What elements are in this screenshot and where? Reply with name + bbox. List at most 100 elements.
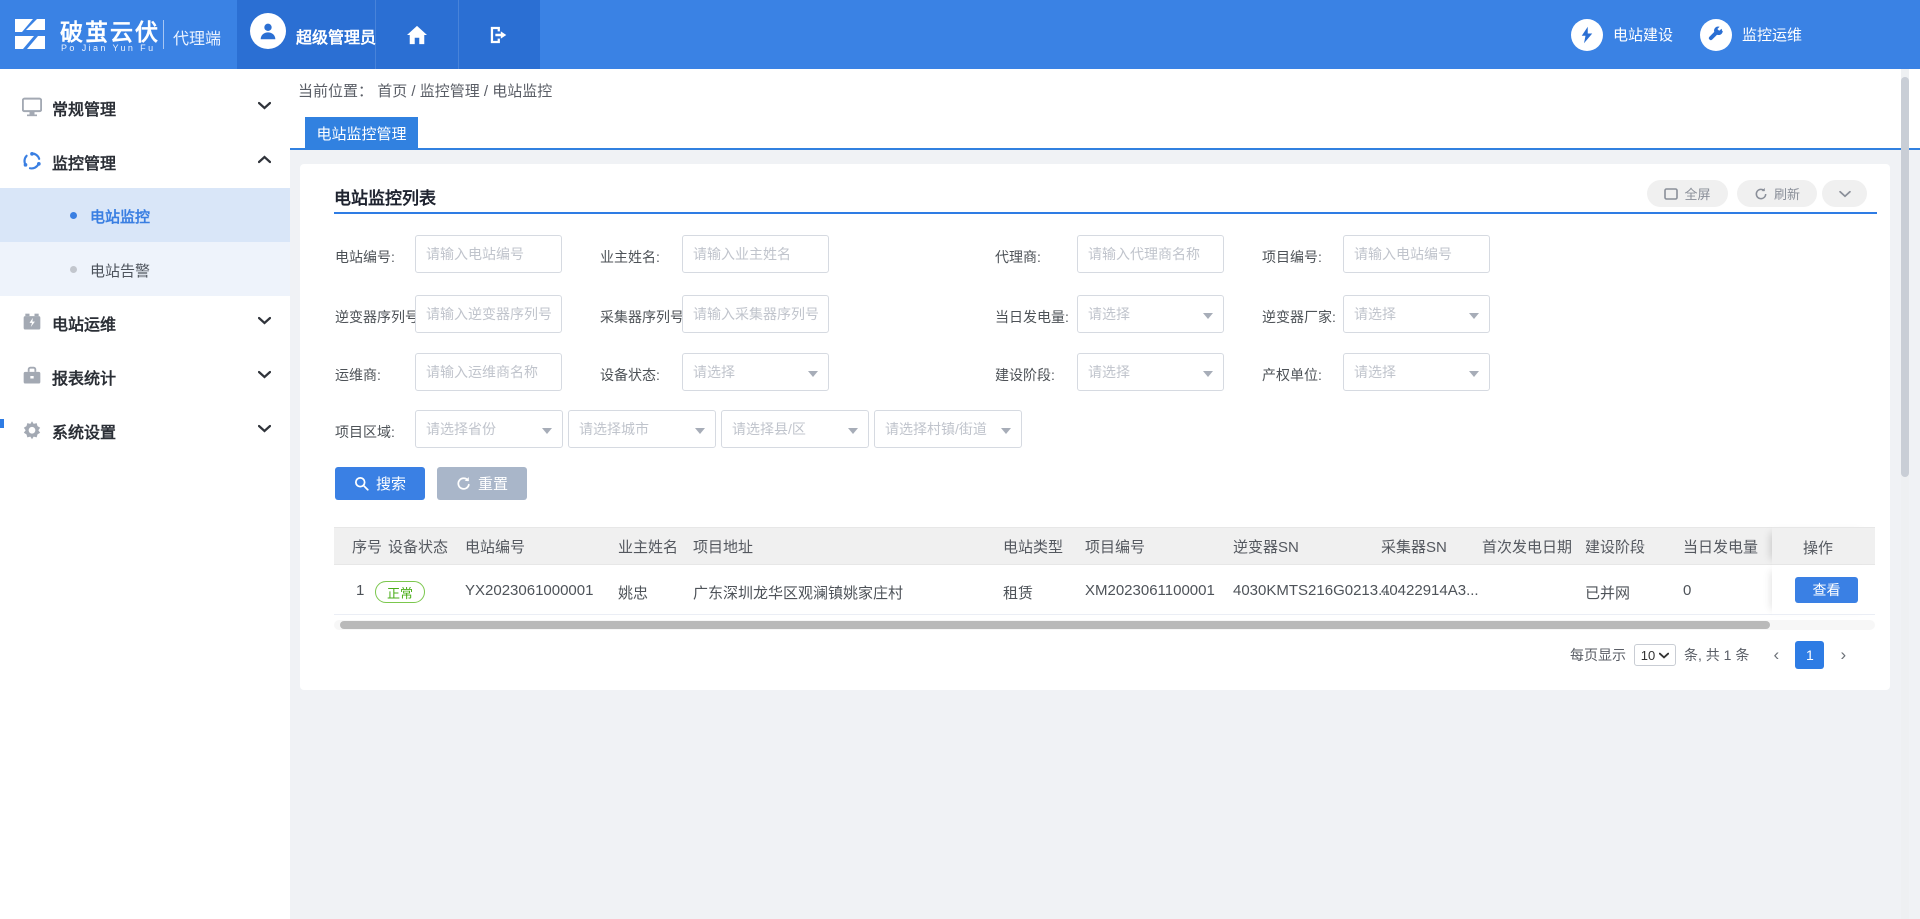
- user-avatar[interactable]: [250, 13, 286, 49]
- inverter-vendor-select[interactable]: 请选择: [1343, 295, 1490, 333]
- gear-icon: [22, 420, 42, 440]
- network-icon: [22, 151, 42, 171]
- fullscreen-button[interactable]: 全屏: [1647, 180, 1728, 207]
- chevron-up-icon: [258, 155, 271, 164]
- bullet-dot-icon: [70, 266, 77, 273]
- daily-energy-select[interactable]: 请选择: [1077, 295, 1224, 333]
- user-icon: [257, 20, 279, 42]
- maintainer-input[interactable]: [415, 353, 562, 391]
- device-status-select[interactable]: 请选择: [682, 353, 829, 391]
- field-label: 设备状态:: [600, 365, 660, 385]
- select-arrow-icon: [1469, 313, 1479, 319]
- header-nav-station-build[interactable]: 电站建设: [1571, 0, 1673, 69]
- field-label: 产权单位:: [1262, 365, 1322, 385]
- field-label: 项目区域:: [335, 422, 395, 442]
- total-count-label: 条, 共 1 条: [1684, 645, 1749, 665]
- reset-button[interactable]: 重置: [437, 467, 527, 500]
- pagination: 每页显示 10 条, 共 1 条 ‹ 1 ›: [1570, 641, 1856, 669]
- field-label: 业主姓名:: [600, 247, 660, 267]
- owner-name-input[interactable]: [682, 235, 829, 273]
- select-arrow-icon: [542, 428, 552, 434]
- col-inverter-sn: 逆变器SN: [1233, 536, 1299, 557]
- per-page-select[interactable]: 10: [1634, 644, 1676, 666]
- page-vscrollbar-thumb[interactable]: [1901, 77, 1909, 477]
- property-unit-select[interactable]: 请选择: [1343, 353, 1490, 391]
- brand-logo-icon: [13, 17, 47, 51]
- top-header: 破茧云伏 Po Jian Yun Fu 代理端 超级管理员: [0, 0, 1920, 69]
- brand-subtitle: Po Jian Yun Fu: [61, 43, 155, 53]
- refresh-icon: [1754, 187, 1768, 201]
- sidebar-item-settings[interactable]: 系统设置: [0, 403, 290, 457]
- region-province-select[interactable]: 请选择省份: [415, 410, 563, 448]
- inverter-sn-input[interactable]: [415, 295, 562, 333]
- sidebar-scroll-indicator: [0, 419, 4, 428]
- station-no-input[interactable]: [415, 235, 562, 273]
- col-station-type: 电站类型: [1003, 536, 1063, 557]
- cell-owner: 姚忠: [618, 582, 648, 603]
- breadcrumb-current: 电站监控: [492, 83, 552, 100]
- cell-inverter-sn: 4030KMTS216G0213...: [1233, 582, 1391, 599]
- chevron-down-icon: [258, 370, 271, 379]
- field-label: 采集器序列号:: [600, 307, 688, 327]
- search-button[interactable]: 搜索: [335, 467, 425, 500]
- field-label: 代理商:: [995, 247, 1041, 267]
- header-user-section: 超级管理员: [237, 0, 540, 69]
- table-hscrollbar-thumb[interactable]: [340, 621, 1770, 629]
- panel-title: 电站监控列表: [334, 184, 436, 209]
- breadcrumb: 当前位置： 首页 / 监控管理 / 电站监控: [298, 80, 552, 101]
- header-nav-monitor-ops[interactable]: 监控运维: [1700, 0, 1802, 69]
- portal-label: 代理端: [173, 25, 221, 49]
- select-arrow-icon: [695, 428, 705, 434]
- prev-page-button[interactable]: ‹: [1763, 645, 1789, 665]
- field-label: 逆变器厂家:: [1262, 307, 1336, 327]
- col-project-no: 项目编号: [1085, 536, 1145, 557]
- refresh-button[interactable]: 刷新: [1737, 180, 1817, 207]
- col-owner: 业主姓名: [618, 536, 678, 557]
- sidebar-item-reports[interactable]: 报表统计: [0, 349, 290, 403]
- breadcrumb-home[interactable]: 首页: [377, 83, 407, 100]
- logout-button[interactable]: [458, 0, 540, 69]
- select-arrow-icon: [1203, 313, 1213, 319]
- home-icon: [406, 25, 428, 45]
- sidebar-item-station-monitor[interactable]: 电站监控: [0, 188, 290, 242]
- cell-station-type: 租赁: [1003, 582, 1033, 603]
- project-no-input[interactable]: [1343, 235, 1490, 273]
- region-town-select[interactable]: 请选择村镇/街道: [874, 410, 1022, 448]
- region-city-select[interactable]: 请选择城市: [568, 410, 716, 448]
- view-button[interactable]: 查看: [1795, 577, 1858, 603]
- sidebar-item-monitor-mgmt[interactable]: 监控管理: [0, 134, 290, 188]
- reset-icon: [456, 476, 471, 491]
- chevron-down-icon: [1839, 190, 1851, 198]
- chevron-down-icon: [1659, 652, 1669, 659]
- sidebar-item-general[interactable]: 常规管理: [0, 80, 290, 134]
- agent-input[interactable]: [1077, 235, 1224, 273]
- page-1-button[interactable]: 1: [1795, 641, 1824, 669]
- collector-sn-input[interactable]: [682, 295, 829, 333]
- cell-address: 广东深圳龙华区观澜镇姚家庄村: [693, 582, 903, 603]
- per-page-label: 每页显示: [1570, 645, 1626, 665]
- field-label: 当日发电量:: [995, 307, 1069, 327]
- breadcrumb-monitor-mgmt[interactable]: 监控管理: [420, 83, 480, 100]
- sidebar-item-station-alarm[interactable]: 电站告警: [0, 242, 290, 296]
- collapse-panel-button[interactable]: [1822, 180, 1867, 207]
- chevron-down-icon: [258, 316, 271, 325]
- nav-label: 电站建设: [1613, 24, 1673, 45]
- select-arrow-icon: [1001, 428, 1011, 434]
- tab-station-monitor-mgmt[interactable]: 电站监控管理: [305, 117, 418, 149]
- sidebar-item-station-ops[interactable]: 电站运维: [0, 295, 290, 349]
- home-button[interactable]: [375, 0, 458, 69]
- col-address: 项目地址: [693, 536, 753, 557]
- nav-label: 监控运维: [1742, 24, 1802, 45]
- briefcase-icon: [22, 366, 42, 386]
- fullscreen-icon: [1664, 188, 1678, 200]
- next-page-button[interactable]: ›: [1830, 645, 1856, 665]
- table-hscrollbar-track: [334, 620, 1875, 630]
- breadcrumb-prefix: 当前位置：: [298, 83, 373, 100]
- station-monitor-panel: 电站监控列表 全屏 刷新 电站编号: 业主姓名: 代理商: 项目编号:: [300, 164, 1890, 690]
- select-arrow-icon: [848, 428, 858, 434]
- chevron-down-icon: [258, 101, 271, 110]
- region-county-select[interactable]: 请选择县/区: [721, 410, 869, 448]
- build-stage-select[interactable]: 请选择: [1077, 353, 1224, 391]
- tab-strip-underline: [290, 148, 1920, 150]
- current-user-name[interactable]: 超级管理员: [296, 24, 376, 48]
